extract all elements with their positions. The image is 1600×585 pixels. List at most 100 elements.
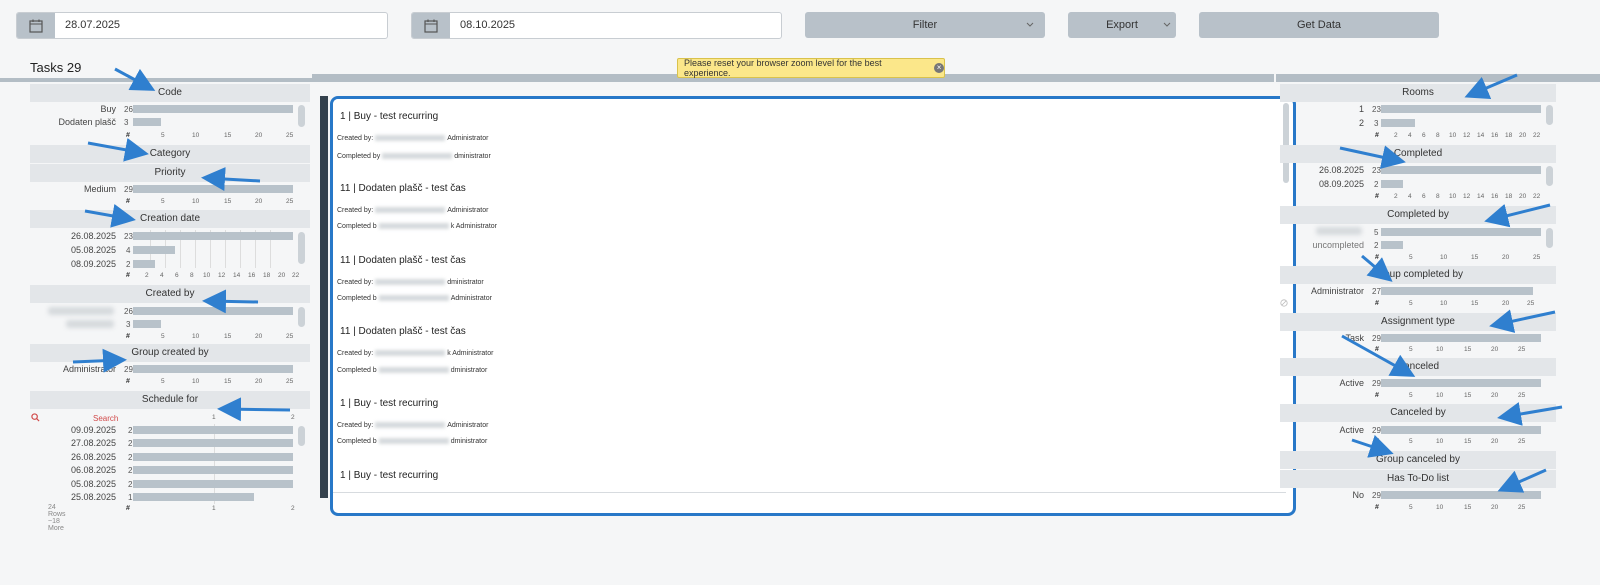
completed-by-row-label[interactable]: uncompleted <box>1280 240 1364 250</box>
scrollbar[interactable] <box>298 232 305 264</box>
scrollbar[interactable] <box>298 426 305 446</box>
created-by-header[interactable]: Created by <box>30 285 310 303</box>
schedule-row-label[interactable]: 09.09.2025 <box>30 425 116 435</box>
scrollbar[interactable] <box>1546 228 1553 248</box>
completed-bar[interactable] <box>1381 166 1541 174</box>
schedule-for-header[interactable]: Schedule for <box>30 391 310 409</box>
get-data-button[interactable]: Get Data <box>1199 12 1439 38</box>
canceled-bar[interactable] <box>1381 379 1541 387</box>
priority-header[interactable]: Priority <box>30 164 310 182</box>
creation-date-row-label[interactable]: 05.08.2025 <box>30 245 116 255</box>
schedule-bar[interactable] <box>133 439 293 447</box>
rooms-row-label[interactable]: 1 <box>1280 104 1364 114</box>
scrollbar[interactable] <box>1546 105 1553 125</box>
task-title[interactable]: 1 | Buy - test recurring <box>340 398 438 409</box>
schedule-search-input[interactable]: Search <box>93 414 118 423</box>
assignment-type-header[interactable]: Assignment type <box>1280 313 1556 331</box>
task-title[interactable]: 11 | Dodaten plašč - test čas <box>340 326 466 337</box>
completed-tail: Administrator <box>450 295 492 302</box>
calendar-icon[interactable] <box>17 13 55 38</box>
completed-row-label[interactable]: 26.08.2025 <box>1280 165 1364 175</box>
completed-row-label[interactable]: 08.09.2025 <box>1280 179 1364 189</box>
schedule-bar[interactable] <box>133 466 293 474</box>
scrollbar[interactable] <box>1546 166 1553 186</box>
schedule-bar[interactable] <box>133 493 254 501</box>
code-bar[interactable] <box>133 105 293 113</box>
created-by-bar[interactable] <box>133 307 293 315</box>
task-card[interactable]: 1 | Buy - test recurring <box>333 458 1286 493</box>
completed-bar[interactable] <box>1381 180 1403 188</box>
task-title[interactable]: 11 | Dodaten plašč - test čas <box>340 183 466 194</box>
canceled-header[interactable]: Canceled <box>1280 358 1556 376</box>
axis-tick: 4 <box>1408 193 1412 200</box>
completed-by-bar[interactable] <box>1381 228 1541 236</box>
creation-date-header[interactable]: Creation date <box>30 210 310 228</box>
code-bar[interactable] <box>133 118 161 126</box>
date-to-value[interactable]: 08.10.2025 <box>450 13 781 38</box>
group-completed-by-bar[interactable] <box>1381 287 1533 295</box>
creation-date-row-label[interactable]: 08.09.2025 <box>30 259 116 269</box>
scrollbar[interactable] <box>298 307 305 327</box>
has-todo-bar[interactable] <box>1381 491 1541 499</box>
schedule-row-label[interactable]: 26.08.2025 <box>30 452 116 462</box>
close-icon[interactable]: × <box>934 63 944 73</box>
assignment-type-bar[interactable] <box>1381 334 1541 342</box>
group-canceled-by-header[interactable]: Group canceled by <box>1280 451 1556 469</box>
group-completed-by-header[interactable]: Group completed by <box>1280 266 1556 284</box>
group-created-by-header[interactable]: Group created by <box>30 344 310 362</box>
task-card[interactable]: 11 | Dodaten plašč - test čas Created by… <box>333 171 1286 244</box>
schedule-row-label[interactable]: 27.08.2025 <box>30 438 116 448</box>
task-title[interactable]: 1 | Buy - test recurring <box>340 470 438 481</box>
group-completed-by-row-label[interactable]: Administrator <box>1280 286 1364 296</box>
schedule-row-label[interactable]: 06.08.2025 <box>30 465 116 475</box>
creation-date-row-label[interactable]: 26.08.2025 <box>30 231 116 241</box>
date-from-field[interactable]: 28.07.2025 <box>16 12 388 39</box>
task-card[interactable]: 1 | Buy - test recurring Created by: Admi… <box>333 99 1286 172</box>
filter-button[interactable]: Filter <box>805 12 1045 38</box>
rooms-header[interactable]: Rooms <box>1280 84 1556 102</box>
completed-header[interactable]: Completed <box>1280 145 1556 163</box>
created-by-bar[interactable] <box>133 320 161 328</box>
canceled-by-header[interactable]: Canceled by <box>1280 404 1556 422</box>
task-card[interactable]: 11 | Dodaten plašč - test čas Created by… <box>333 243 1286 316</box>
date-to-field[interactable]: 08.10.2025 <box>411 12 782 39</box>
code-row-label[interactable]: Dodaten plašč <box>30 117 116 127</box>
task-list[interactable]: 1 | Buy - test recurring Created by: Admi… <box>330 96 1296 516</box>
category-header[interactable]: Category <box>30 145 310 163</box>
has-todo-header[interactable]: Has To-Do list <box>1280 470 1556 488</box>
scrollbar[interactable] <box>298 105 305 127</box>
has-todo-row-label[interactable]: No <box>1280 490 1364 500</box>
calendar-icon[interactable] <box>412 13 450 38</box>
assignment-type-row-label[interactable]: Task <box>1280 333 1364 343</box>
rooms-row-label[interactable]: 2 <box>1280 118 1364 128</box>
rooms-bar[interactable] <box>1381 119 1415 127</box>
schedule-bar[interactable] <box>133 453 293 461</box>
canceled-by-row-label[interactable]: Active <box>1280 425 1364 435</box>
created-tail: Administrator <box>447 207 489 214</box>
creation-date-bar[interactable] <box>133 246 175 254</box>
task-card[interactable]: 1 | Buy - test recurring Created by: Admi… <box>333 386 1286 459</box>
task-card[interactable]: 11 | Dodaten plašč - test čas Created by… <box>333 314 1286 387</box>
group-created-by-bar[interactable] <box>133 365 293 373</box>
group-created-by-row-label[interactable]: Administrator <box>30 364 116 374</box>
search-icon[interactable] <box>31 413 40 422</box>
code-header[interactable]: Code <box>30 84 310 102</box>
schedule-bar[interactable] <box>133 426 293 434</box>
completed-by-header[interactable]: Completed by <box>1280 206 1556 224</box>
creation-date-bar[interactable] <box>133 260 155 268</box>
task-title[interactable]: 1 | Buy - test recurring <box>340 111 438 122</box>
date-from-value[interactable]: 28.07.2025 <box>55 13 387 38</box>
schedule-row-label[interactable]: 05.08.2025 <box>30 479 116 489</box>
creation-date-bar[interactable] <box>133 232 293 240</box>
export-button[interactable]: Export <box>1068 12 1176 38</box>
code-row-label[interactable]: Buy <box>30 104 116 114</box>
priority-row-label[interactable]: Medium <box>30 184 116 194</box>
task-title[interactable]: 11 | Dodaten plašč - test čas <box>340 255 466 266</box>
schedule-row-label[interactable]: 25.08.2025 <box>30 492 116 502</box>
canceled-row-label[interactable]: Active <box>1280 378 1364 388</box>
canceled-by-bar[interactable] <box>1381 426 1541 434</box>
schedule-bar[interactable] <box>133 480 293 488</box>
priority-bar[interactable] <box>133 185 293 193</box>
completed-by-bar[interactable] <box>1381 241 1403 249</box>
rooms-bar[interactable] <box>1381 105 1541 113</box>
